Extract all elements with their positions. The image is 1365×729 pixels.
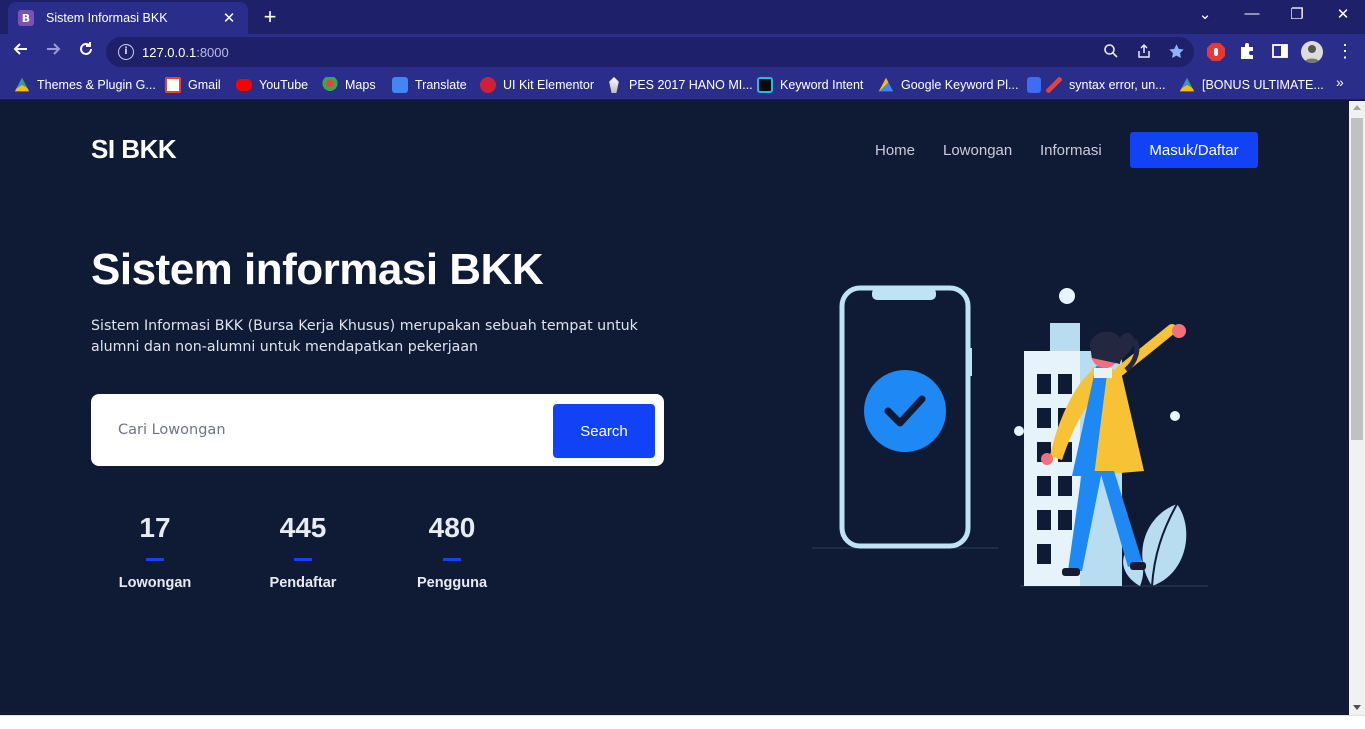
gmail-icon: [165, 77, 181, 93]
bookmark-star-icon[interactable]: [1166, 43, 1186, 61]
tab-title: Sistem Informasi BKK: [46, 11, 168, 25]
minimize-button[interactable]: —: [1237, 5, 1267, 22]
stat-label: Pendaftar: [269, 575, 337, 591]
elementor-icon: [480, 77, 496, 93]
zoom-icon[interactable]: [1101, 43, 1121, 61]
nav-link-informasi[interactable]: Informasi: [1040, 142, 1102, 159]
tab-search-icon[interactable]: ⌄: [1190, 5, 1220, 23]
tab-close-icon[interactable]: ✕: [220, 9, 238, 27]
stat-pengguna: 480 Pengguna: [387, 512, 517, 591]
stat-value: 445: [279, 512, 327, 543]
bookmark-item[interactable]: Maps: [322, 76, 376, 94]
stat-value: 17: [139, 512, 171, 543]
hero-illustration: [812, 285, 1208, 587]
hero-description: Sistem Informasi BKK (Bursa Kerja Khusus…: [91, 318, 638, 355]
extensions-puzzle-icon[interactable]: [1238, 42, 1260, 64]
stat-divider: [294, 558, 312, 561]
bootstrap-favicon-icon: B: [18, 10, 34, 26]
scroll-down-arrow-icon[interactable]: [1353, 705, 1361, 710]
profile-avatar[interactable]: [1301, 41, 1323, 63]
horizontal-scrollbar: [0, 715, 1365, 729]
bookmark-blue-icon: [1027, 77, 1041, 93]
page-viewport: SI BKK Home Lowongan Informasi Masuk/Daf…: [0, 101, 1349, 715]
scroll-up-arrow-icon[interactable]: [1353, 105, 1361, 110]
pencil-icon: [1046, 77, 1062, 93]
job-search-box: Search: [91, 394, 664, 466]
google-ads-icon: [878, 77, 894, 92]
stat-divider: [146, 558, 164, 561]
stat-value: 480: [428, 512, 476, 543]
translate-icon: [392, 77, 408, 93]
stat-lowongan: 17 Lowongan: [90, 512, 220, 591]
bookmark-item[interactable]: UI Kit Elementor: [480, 76, 594, 94]
bookmark-item[interactable]: Themes & Plugin G...: [14, 76, 156, 94]
youtube-icon: [236, 79, 252, 91]
bookmark-item[interactable]: Keyword Intent: [757, 76, 863, 94]
stat-label: Lowongan: [118, 575, 192, 591]
login-register-button[interactable]: Masuk/Daftar: [1130, 132, 1258, 168]
scroll-thumb[interactable]: [1351, 118, 1363, 440]
pes-icon: [609, 77, 619, 93]
bookmark-item[interactable]: syntax error, un...: [1027, 76, 1166, 94]
site-info-icon[interactable]: i: [118, 44, 134, 60]
vertical-scrollbar[interactable]: [1349, 101, 1365, 715]
maps-pin-icon: [322, 77, 338, 93]
browser-toolbar: i 127.0.0.1:8000: [0, 34, 1365, 70]
bookmark-item[interactable]: Gmail: [165, 76, 221, 94]
stat-label: Pengguna: [416, 575, 488, 591]
browser-menu-icon[interactable]: ⋮: [1335, 41, 1355, 62]
adblock-extension-icon[interactable]: [1206, 42, 1228, 64]
hero-title: Sistem informasi BKK: [91, 245, 544, 294]
bookmark-item[interactable]: YouTube: [236, 76, 308, 94]
browser-tab-bar: B Sistem Informasi BKK ✕ + ⌄ — ❐ ✕: [0, 0, 1365, 34]
bookmarks-overflow-icon[interactable]: »: [1336, 74, 1344, 90]
reload-icon[interactable]: [73, 40, 99, 64]
search-button[interactable]: Search: [553, 404, 655, 458]
job-search-input[interactable]: [109, 412, 549, 448]
bookmarks-bar: Themes & Plugin G... Gmail YouTube Maps …: [0, 70, 1365, 100]
bookmark-item[interactable]: Translate: [392, 76, 467, 94]
close-window-button[interactable]: ✕: [1328, 5, 1358, 23]
site-brand[interactable]: SI BKK: [91, 134, 177, 165]
side-panel-icon[interactable]: [1271, 42, 1293, 64]
bookmark-item[interactable]: PES 2017 HANO MI...: [606, 76, 753, 94]
new-tab-button[interactable]: +: [258, 6, 282, 28]
forward-arrow-icon[interactable]: [40, 40, 66, 64]
browser-tab[interactable]: B Sistem Informasi BKK ✕: [8, 2, 248, 34]
address-bar[interactable]: i 127.0.0.1:8000: [106, 37, 1194, 67]
share-icon[interactable]: [1134, 43, 1154, 61]
google-drive-icon: [1179, 77, 1195, 92]
nav-link-home[interactable]: Home: [875, 142, 915, 159]
nav-link-lowongan[interactable]: Lowongan: [943, 142, 1012, 159]
keyword-intent-icon: [757, 77, 773, 93]
bookmark-item[interactable]: Google Keyword Pl...: [878, 76, 1018, 94]
stat-pendaftar: 445 Pendaftar: [238, 512, 368, 591]
restore-button[interactable]: ❐: [1282, 5, 1312, 23]
google-drive-icon: [14, 77, 30, 92]
address-url: 127.0.0.1:8000: [142, 45, 229, 60]
stat-divider: [443, 558, 461, 561]
bookmark-item[interactable]: [BONUS ULTIMATE...: [1179, 76, 1324, 94]
back-arrow-icon[interactable]: [8, 40, 34, 64]
